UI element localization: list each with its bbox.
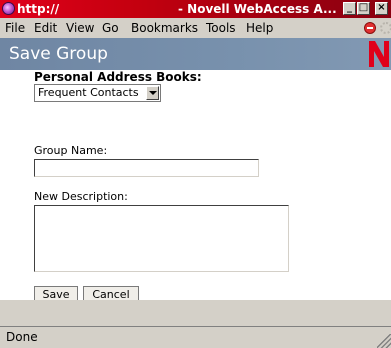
address-book-select[interactable]: Frequent Contacts: [34, 84, 161, 102]
close-button[interactable]: ×: [375, 2, 388, 15]
throbber-icon: [380, 22, 391, 34]
stop-icon[interactable]: [364, 22, 376, 34]
maximize-button[interactable]: □: [357, 2, 370, 15]
minimize-button[interactable]: _: [343, 2, 356, 15]
menu-view[interactable]: View: [66, 18, 94, 38]
menu-bookmarks[interactable]: Bookmarks: [131, 18, 198, 38]
status-text: Done: [6, 330, 38, 344]
novell-logo: [369, 41, 389, 67]
content-bottom-area: [0, 300, 391, 326]
title-url: http://: [17, 2, 60, 16]
page-header: Save Group: [0, 38, 391, 70]
description-label: New Description:: [34, 190, 128, 203]
group-name-label: Group Name:: [34, 144, 108, 157]
address-book-selected: Frequent Contacts: [38, 86, 139, 99]
chevron-down-icon[interactable]: [146, 86, 159, 100]
resize-grip-icon[interactable]: [377, 334, 391, 348]
menu-file[interactable]: File: [5, 18, 25, 38]
menu-go[interactable]: Go: [102, 18, 119, 38]
menu-bar: File Edit View Go Bookmarks Tools Help: [0, 18, 391, 38]
description-textarea[interactable]: [34, 205, 289, 272]
address-books-label: Personal Address Books:: [34, 70, 202, 84]
page-title: Save Group: [9, 44, 108, 64]
window-title-bar[interactable]: http:// - Novell WebAccess A... _ □ ×: [0, 0, 391, 18]
browser-app-icon: [2, 2, 15, 15]
status-bar: Done: [0, 326, 391, 348]
menu-tools[interactable]: Tools: [206, 18, 236, 38]
window-title: - Novell WebAccess A...: [178, 2, 337, 16]
menu-help[interactable]: Help: [246, 18, 273, 38]
menu-edit[interactable]: Edit: [34, 18, 57, 38]
group-name-input[interactable]: [34, 159, 259, 177]
